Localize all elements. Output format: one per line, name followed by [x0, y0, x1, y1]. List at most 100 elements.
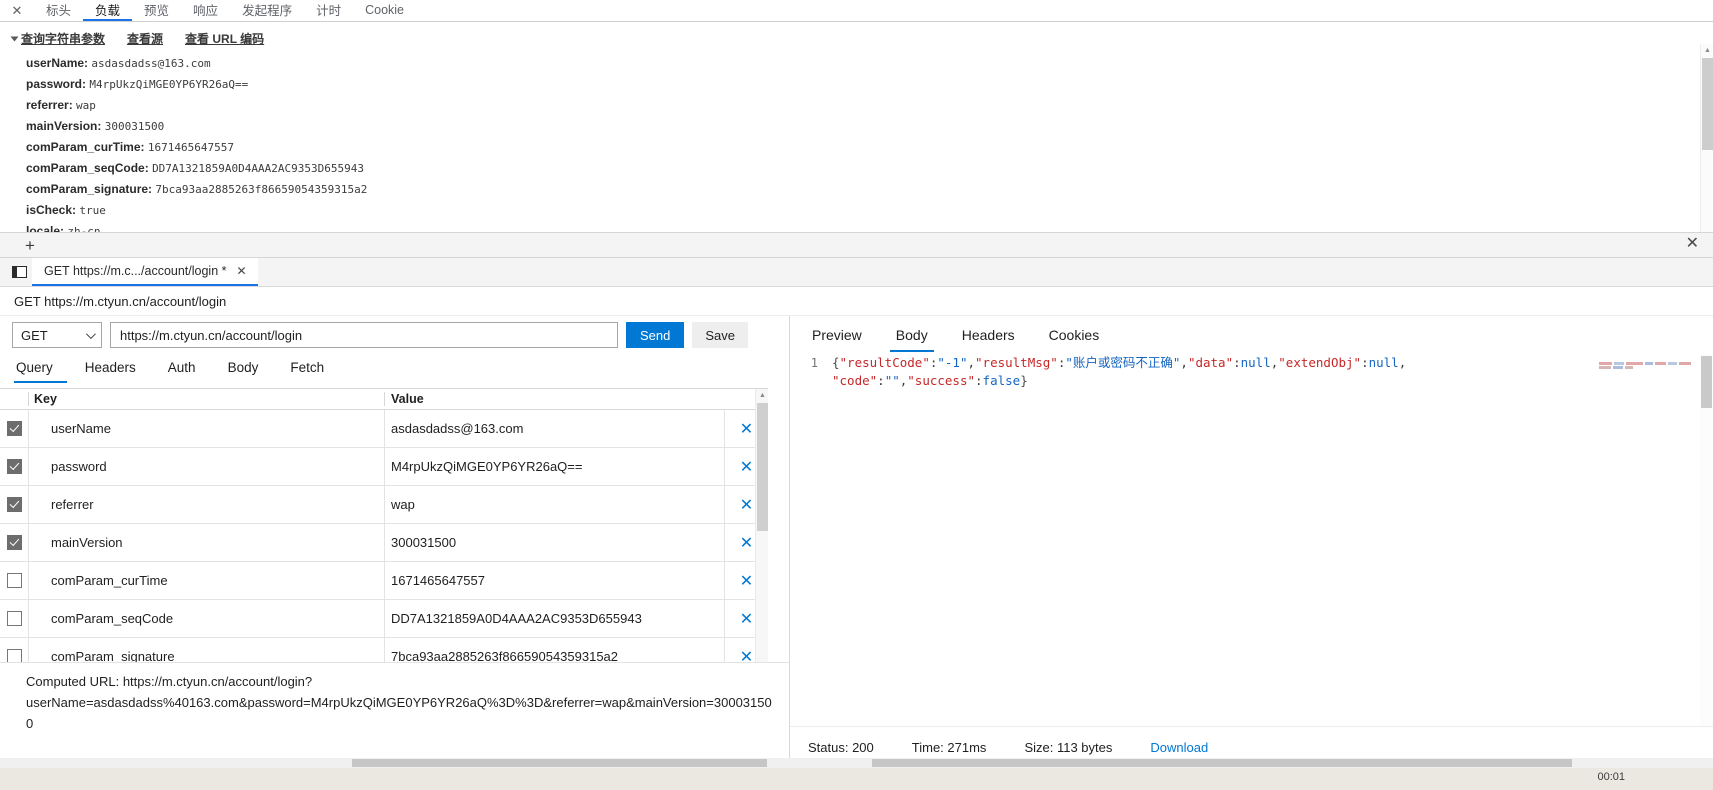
send-button[interactable]: Send [626, 322, 685, 348]
close-icon[interactable]: ✕ [0, 0, 34, 21]
row-value[interactable]: 1671465647557 [384, 562, 724, 599]
horizontal-scrollbar-area[interactable] [0, 758, 1713, 768]
computed-url-line-1: Computed URL: https://m.ctyun.cn/account… [26, 674, 313, 689]
tab-auth[interactable]: Auth [166, 356, 210, 383]
json-token: } [1020, 373, 1028, 388]
param-name: userName: [26, 56, 89, 70]
devtools-tab-timing[interactable]: 计时 [304, 0, 353, 21]
scroll-up-icon[interactable]: ▲ [756, 389, 769, 402]
json-token: : [975, 373, 983, 388]
json-token: "data" [1187, 355, 1234, 370]
panel-toggle-icon[interactable] [6, 259, 32, 285]
table-row: comParam_curTime 1671465647557 ✕ [0, 562, 768, 600]
param-value: M4rpUkzQiMGE0YP6YR26aQ== [89, 78, 249, 91]
devtools-tab-payload[interactable]: 负载 [83, 0, 133, 21]
devtools-tab-response[interactable]: 响应 [181, 0, 230, 21]
new-tab-strip: + ✕ [0, 232, 1713, 258]
scrollbar-thumb-right[interactable] [872, 759, 1572, 767]
url-input[interactable] [110, 322, 618, 348]
add-tab-button[interactable]: + [20, 235, 40, 255]
request-summary-line: GET https://m.ctyun.cn/account/login [0, 287, 1713, 316]
json-token: "code" [832, 373, 878, 388]
scrollbar-thumb[interactable] [1701, 356, 1712, 408]
row-key[interactable]: password [28, 448, 384, 485]
param-name: comParam_seqCode: [26, 161, 149, 175]
row-checkbox-cell [0, 535, 28, 550]
download-link[interactable]: Download [1150, 740, 1208, 755]
row-checkbox[interactable] [6, 421, 22, 436]
table-row: mainVersion 300031500 ✕ [0, 524, 768, 562]
response-body-viewer[interactable]: 1 {"resultCode":"-1","resultMsg":"账户或密码不… [790, 354, 1713, 734]
tab-headers[interactable]: Headers [956, 325, 1021, 352]
param-name: mainVersion: [26, 119, 102, 133]
row-value[interactable]: M4rpUkzQiMGE0YP6YR26aQ== [384, 448, 724, 485]
code-minimap[interactable] [1599, 362, 1691, 370]
row-key[interactable]: referrer [28, 486, 384, 523]
devtools-scrollbar[interactable]: ▲ ▼ [1700, 44, 1713, 254]
row-checkbox-cell [0, 611, 28, 626]
row-value[interactable]: 300031500 [384, 524, 724, 561]
row-checkbox[interactable] [6, 497, 22, 512]
view-url-encoded-link[interactable]: 查看 URL 编码 [185, 30, 264, 47]
response-scrollbar[interactable] [1700, 354, 1713, 734]
strip-close-icon[interactable]: ✕ [1686, 236, 1699, 252]
devtools-tab-initiator[interactable]: 发起程序 [230, 0, 304, 21]
row-key[interactable]: comParam_curTime [28, 562, 384, 599]
response-panel: Preview Body Headers Cookies 1 {"resultC… [790, 316, 1713, 768]
table-row: comParam_seqCode DD7A1321859A0D4AAA2AC93… [0, 600, 768, 638]
tab-fetch[interactable]: Fetch [288, 356, 338, 383]
json-token: : [877, 373, 885, 388]
scroll-up-icon[interactable]: ▲ [1701, 44, 1713, 57]
json-token: "resultMsg" [975, 355, 1058, 370]
row-key[interactable]: userName [28, 410, 384, 447]
http-method-select[interactable]: GET [12, 322, 102, 348]
devtools-tab-headers[interactable]: 标头 [34, 0, 83, 21]
line-number: 1 [810, 356, 818, 370]
row-checkbox[interactable] [6, 573, 22, 588]
json-token: : [1361, 355, 1369, 370]
http-method-value: GET [21, 327, 48, 343]
query-params-table: Key Value userName asdasdadss@163.com ✕ … [0, 388, 768, 676]
scrollbar-thumb[interactable] [1702, 58, 1713, 150]
row-value[interactable]: asdasdadss@163.com [384, 410, 724, 447]
devtools-tab-cookie[interactable]: Cookie [353, 0, 416, 21]
scrollbar-thumb[interactable] [757, 403, 768, 531]
tab-query[interactable]: Query [14, 356, 67, 383]
tab-body[interactable]: Body [226, 356, 273, 383]
query-string-params-title[interactable]: 查询字符串参数 [21, 30, 105, 47]
save-button[interactable]: Save [692, 322, 749, 348]
param-name: comParam_curTime: [26, 140, 145, 154]
devtools-tabbar: ✕ 标头 负载 预览 响应 发起程序 计时 Cookie [0, 0, 1713, 22]
row-checkbox-cell [0, 421, 28, 436]
chevron-down-icon[interactable] [10, 36, 19, 41]
tab-cookies[interactable]: Cookies [1043, 325, 1106, 352]
json-token: "账户或密码不正确" [1065, 355, 1181, 370]
request-row: GET Send Save [0, 316, 789, 354]
json-token: , [1180, 355, 1188, 370]
scrollbar-thumb-left[interactable] [352, 759, 767, 767]
close-icon[interactable]: ✕ [235, 264, 249, 278]
rest-request-tab-label: GET https://m.c.../account/login * [44, 264, 227, 278]
table-row: userName asdasdadss@163.com ✕ [0, 410, 768, 448]
tab-preview[interactable]: Preview [806, 325, 868, 352]
row-checkbox-cell [0, 459, 28, 474]
row-key[interactable]: comParam_seqCode [28, 600, 384, 637]
table-scrollbar[interactable]: ▲ ▼ [755, 389, 768, 676]
devtools-tab-preview[interactable]: 预览 [132, 0, 181, 21]
tab-headers[interactable]: Headers [83, 356, 150, 383]
row-value[interactable]: wap [384, 486, 724, 523]
tab-body[interactable]: Body [889, 325, 934, 352]
status-badge: Status: 200 [808, 740, 874, 755]
param-row: comParam_seqCode: DD7A1321859A0D4AAA2AC9… [26, 158, 1713, 179]
rest-request-tab[interactable]: GET https://m.c.../account/login * ✕ [32, 258, 258, 286]
row-checkbox[interactable] [6, 611, 22, 626]
query-string-section-header: 查询字符串参数 查看源 查看 URL 编码 [0, 30, 1713, 47]
json-token: { [832, 355, 840, 370]
row-key[interactable]: mainVersion [28, 524, 384, 561]
view-source-link[interactable]: 查看源 [127, 30, 163, 47]
clock: 00:01 [1597, 771, 1625, 783]
response-json-text: {"resultCode":"-1","resultMsg":"账户或密码不正确… [832, 354, 1406, 390]
row-checkbox[interactable] [6, 535, 22, 550]
row-checkbox[interactable] [6, 459, 22, 474]
row-value[interactable]: DD7A1321859A0D4AAA2AC9353D655943 [384, 600, 724, 637]
